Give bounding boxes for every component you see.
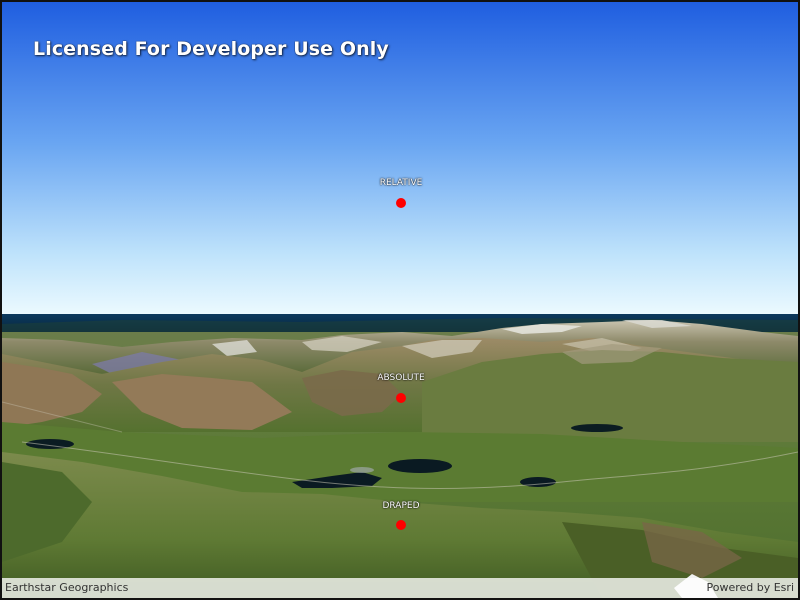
attribution-bar: Earthstar Geographics Powered by Esri	[2, 578, 798, 598]
graphic-label-absolute: ABSOLUTE	[377, 373, 425, 383]
scene-view-window: Licensed For Developer Use Only RELATIVE…	[0, 0, 800, 600]
point-marker-draped[interactable]	[396, 520, 406, 530]
attribution-text[interactable]: Earthstar Geographics	[5, 578, 128, 598]
point-marker-relative[interactable]	[396, 198, 406, 208]
point-marker-absolute[interactable]	[396, 393, 406, 403]
developer-watermark: Licensed For Developer Use Only	[33, 38, 389, 60]
graphic-label-draped: DRAPED	[382, 501, 420, 511]
graphic-label-relative: RELATIVE	[379, 178, 423, 188]
powered-by-link[interactable]: Powered by Esri	[706, 578, 794, 598]
